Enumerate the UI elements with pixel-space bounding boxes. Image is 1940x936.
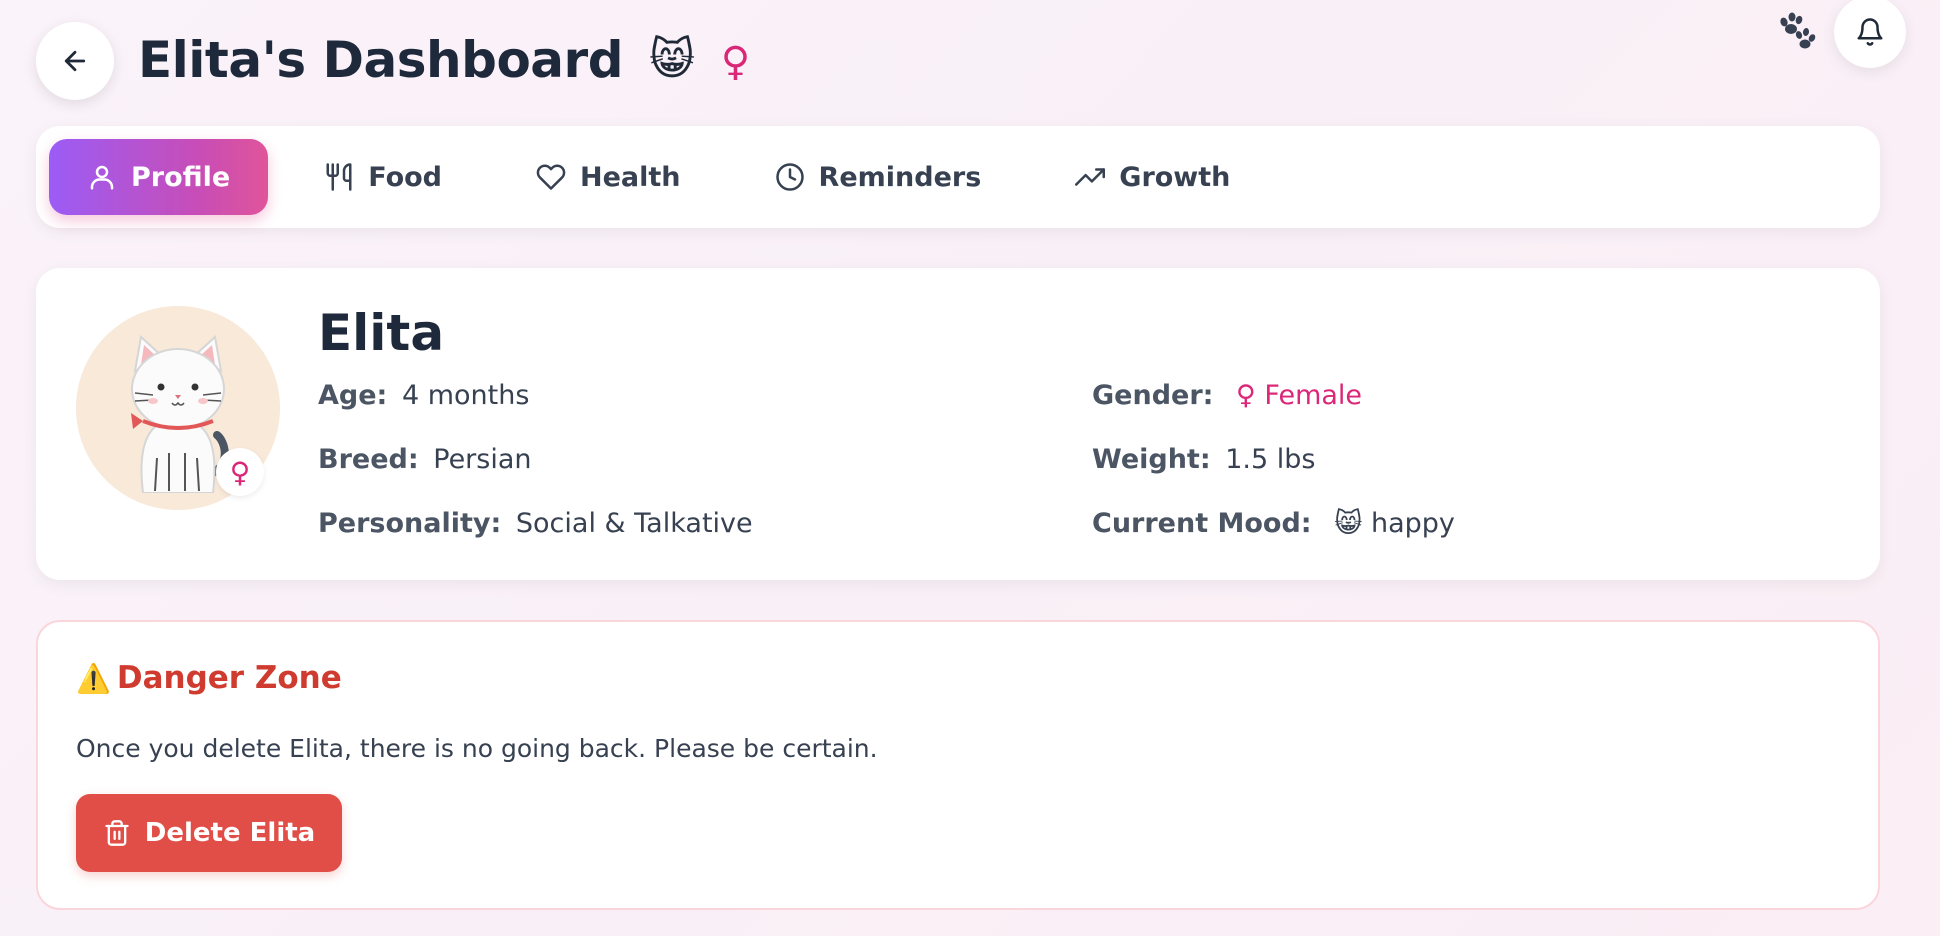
bell-icon — [1857, 18, 1883, 46]
mood-emoji-icon: 😸 — [1334, 508, 1363, 539]
female-icon: ♀ — [1236, 380, 1256, 411]
notifications-button[interactable] — [1834, 0, 1906, 68]
trash-icon — [105, 820, 129, 846]
delete-pet-button[interactable]: Delete Elita — [76, 794, 342, 872]
breed-label: Breed: — [318, 444, 419, 475]
gender-value: Female — [1264, 380, 1363, 411]
danger-title: Danger Zone — [116, 660, 342, 696]
breed-row: Breed: Persian — [318, 444, 532, 475]
danger-zone-card: ⚠️ Danger Zone Once you delete Elita, th… — [36, 620, 1880, 910]
female-badge-icon: ♀ — [216, 448, 264, 496]
tab-label: Food — [368, 161, 443, 193]
age-label: Age: — [318, 380, 388, 411]
back-button[interactable] — [36, 22, 114, 100]
tab-label: Profile — [131, 161, 231, 193]
gender-label: Gender: — [1092, 380, 1214, 411]
warning-icon: ⚠️ — [76, 661, 111, 695]
utensils-icon — [326, 163, 352, 191]
profile-card: ♀ Elita Age: 4 months Breed: Persian Per… — [36, 268, 1880, 580]
mood-value: happy — [1370, 508, 1455, 539]
title-row: Elita's Dashboard 😸 ♀ — [138, 20, 750, 100]
paw-icon — [1780, 12, 1816, 49]
personality-row: Personality: Social & Talkative — [318, 508, 753, 539]
cat-emoji-icon: 😸 — [648, 34, 695, 85]
gender-row: Gender: ♀ Female — [1092, 380, 1362, 411]
clock-icon — [775, 163, 804, 191]
user-icon — [90, 165, 114, 190]
female-icon: ♀ — [720, 39, 751, 85]
arrow-left-icon — [64, 50, 86, 72]
personality-label: Personality: — [318, 508, 502, 539]
tab-profile[interactable]: Profile — [49, 139, 269, 215]
personality-value: Social & Talkative — [515, 508, 753, 539]
tab-food[interactable]: Food — [286, 139, 480, 215]
delete-button-label: Delete Elita — [144, 818, 316, 848]
danger-title-row: ⚠️ Danger Zone — [76, 660, 342, 696]
tab-label: Growth — [1119, 161, 1231, 193]
weight-label: Weight: — [1092, 444, 1211, 475]
trending-up-icon — [1075, 168, 1106, 186]
tab-growth[interactable]: Growth — [1037, 139, 1268, 215]
mood-label: Current Mood: — [1092, 508, 1312, 539]
age-row: Age: 4 months — [318, 380, 529, 411]
tab-bar: Profile Food Health Reminders Growth — [36, 126, 1880, 228]
tab-label: Reminders — [818, 161, 982, 193]
mood-row: Current Mood: 😸 happy — [1092, 508, 1455, 539]
weight-value: 1.5 lbs — [1225, 444, 1316, 475]
pet-name: Elita — [318, 304, 445, 362]
header: Elita's Dashboard 😸 ♀ — [36, 0, 1906, 110]
tab-label: Health — [580, 161, 681, 193]
age-value: 4 months — [401, 380, 530, 411]
page-title: Elita's Dashboard — [138, 31, 623, 89]
tab-reminders[interactable]: Reminders — [737, 139, 1020, 215]
tab-health[interactable]: Health — [498, 139, 719, 215]
danger-description: Once you delete Elita, there is no going… — [76, 734, 878, 763]
weight-row: Weight: 1.5 lbs — [1092, 444, 1315, 475]
heart-icon — [536, 164, 566, 190]
breed-value: Persian — [433, 444, 532, 475]
